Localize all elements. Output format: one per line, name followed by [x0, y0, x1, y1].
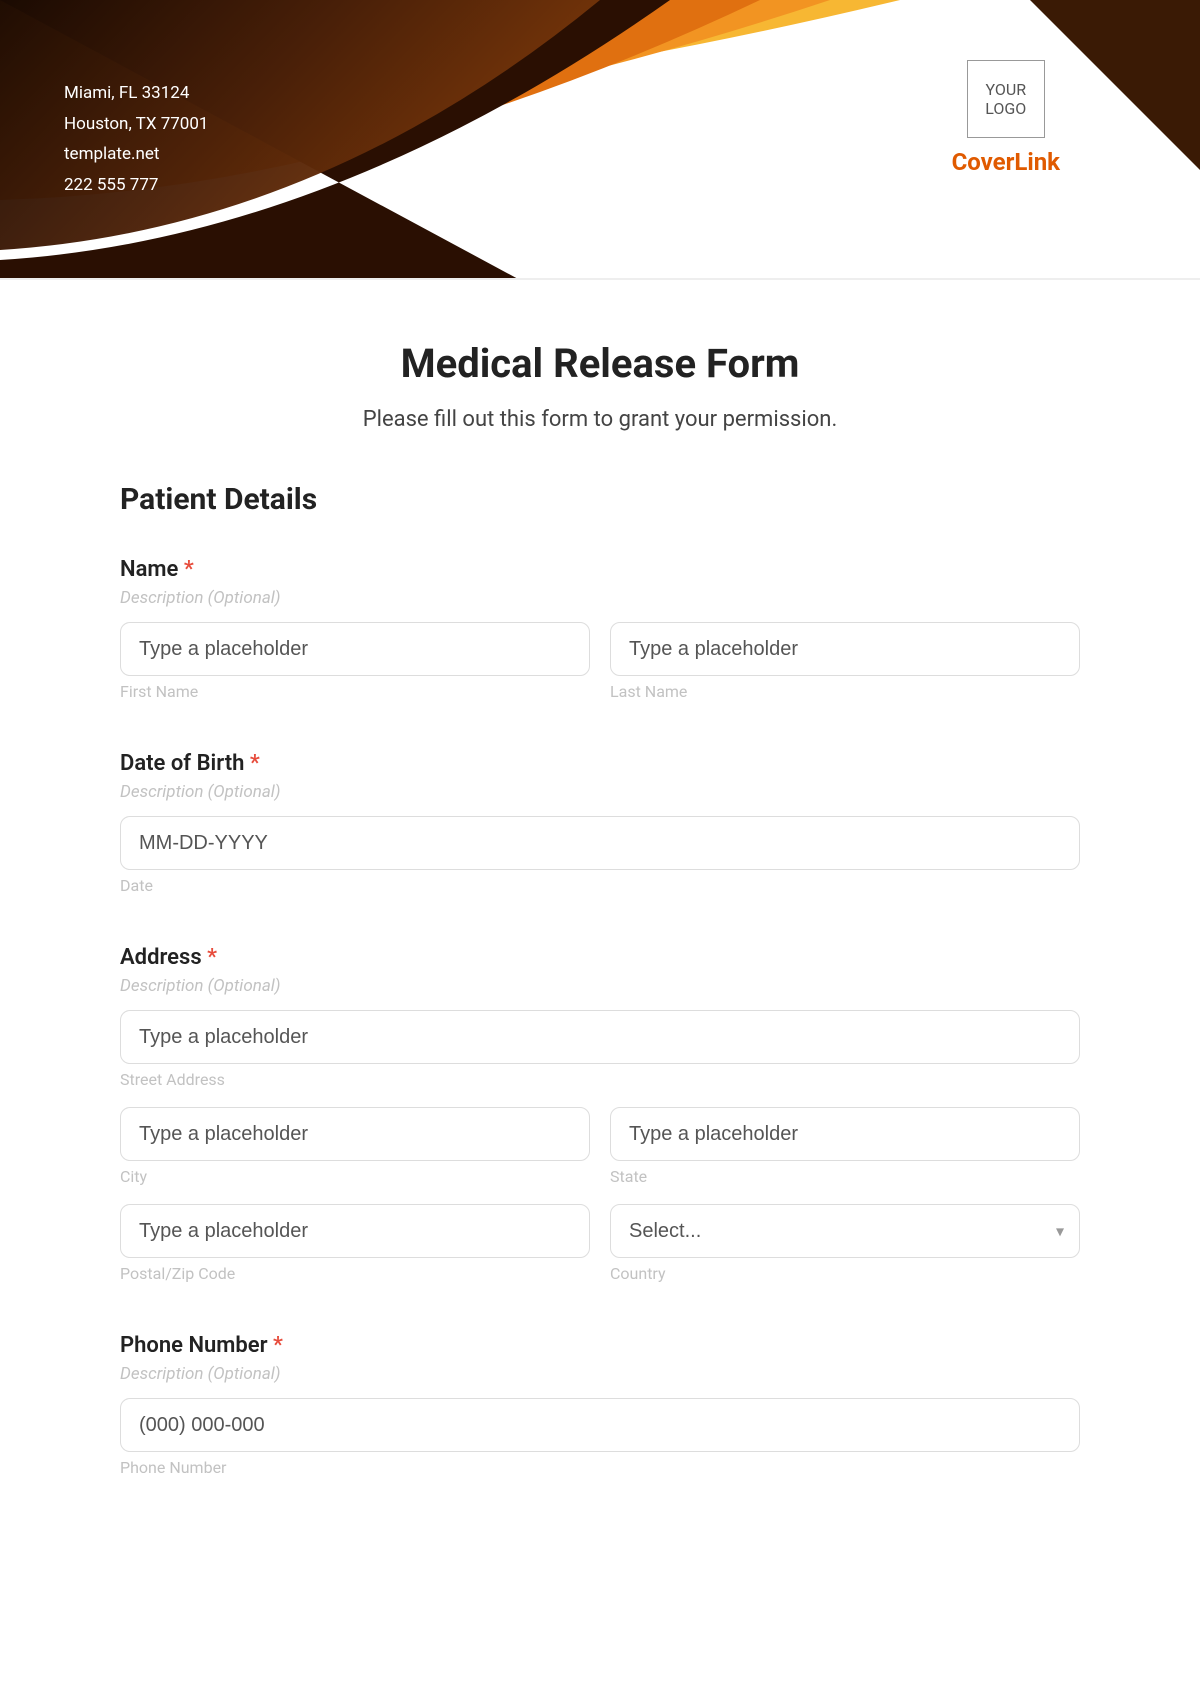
form-content: Medical Release Form Please fill out thi…: [0, 280, 1200, 1527]
phone-desc: Description (Optional): [120, 1364, 1080, 1384]
dob-sublabel: Date: [120, 876, 1080, 895]
field-name: Name * Description (Optional) First Name…: [120, 557, 1080, 701]
chevron-down-icon: ▾: [1056, 1222, 1064, 1241]
field-phone: Phone Number * Description (Optional) Ph…: [120, 1333, 1080, 1477]
last-name-input[interactable]: [610, 622, 1080, 676]
field-dob: Date of Birth * Description (Optional) D…: [120, 751, 1080, 895]
phone-sublabel: Phone Number: [120, 1458, 1080, 1477]
phone-label-text: Phone Number: [120, 1333, 268, 1358]
required-icon: *: [250, 751, 260, 776]
address-desc: Description (Optional): [120, 976, 1080, 996]
field-address: Address * Description (Optional) Street …: [120, 945, 1080, 1283]
section-patient-details: Patient Details: [120, 482, 1080, 517]
logo-area: YOUR LOGO CoverLink: [952, 60, 1060, 176]
name-label-text: Name: [120, 557, 178, 582]
logo-placeholder: YOUR LOGO: [967, 60, 1045, 138]
dob-input[interactable]: [120, 816, 1080, 870]
required-icon: *: [184, 557, 194, 582]
postal-input[interactable]: [120, 1204, 590, 1258]
header-line-2: Houston, TX 77001: [64, 109, 208, 140]
brand-name: CoverLink: [952, 148, 1060, 176]
first-name-input[interactable]: [120, 622, 590, 676]
address-label: Address *: [120, 945, 1080, 970]
first-name-sublabel: First Name: [120, 682, 590, 701]
state-sublabel: State: [610, 1167, 1080, 1186]
address-label-text: Address: [120, 945, 202, 970]
last-name-sublabel: Last Name: [610, 682, 1080, 701]
street-sublabel: Street Address: [120, 1070, 1080, 1089]
required-icon: *: [207, 945, 217, 970]
dob-label-text: Date of Birth: [120, 751, 244, 776]
header-line-4: 222 555 777: [64, 170, 208, 201]
name-label: Name *: [120, 557, 1080, 582]
dob-desc: Description (Optional): [120, 782, 1080, 802]
dob-label: Date of Birth *: [120, 751, 1080, 776]
header-line-1: Miami, FL 33124: [64, 78, 208, 109]
phone-label: Phone Number *: [120, 1333, 1080, 1358]
name-desc: Description (Optional): [120, 588, 1080, 608]
page-title: Medical Release Form: [120, 340, 1080, 387]
country-sublabel: Country: [610, 1264, 1080, 1283]
city-sublabel: City: [120, 1167, 590, 1186]
required-icon: *: [273, 1333, 283, 1358]
header-line-3: template.net: [64, 139, 208, 170]
header-banner: Miami, FL 33124 Houston, TX 77001 templa…: [0, 0, 1200, 280]
street-input[interactable]: [120, 1010, 1080, 1064]
header-contact: Miami, FL 33124 Houston, TX 77001 templa…: [64, 78, 208, 200]
state-input[interactable]: [610, 1107, 1080, 1161]
postal-sublabel: Postal/Zip Code: [120, 1264, 590, 1283]
phone-input[interactable]: [120, 1398, 1080, 1452]
country-select[interactable]: [610, 1204, 1080, 1258]
page-subtitle: Please fill out this form to grant your …: [120, 407, 1080, 432]
city-input[interactable]: [120, 1107, 590, 1161]
